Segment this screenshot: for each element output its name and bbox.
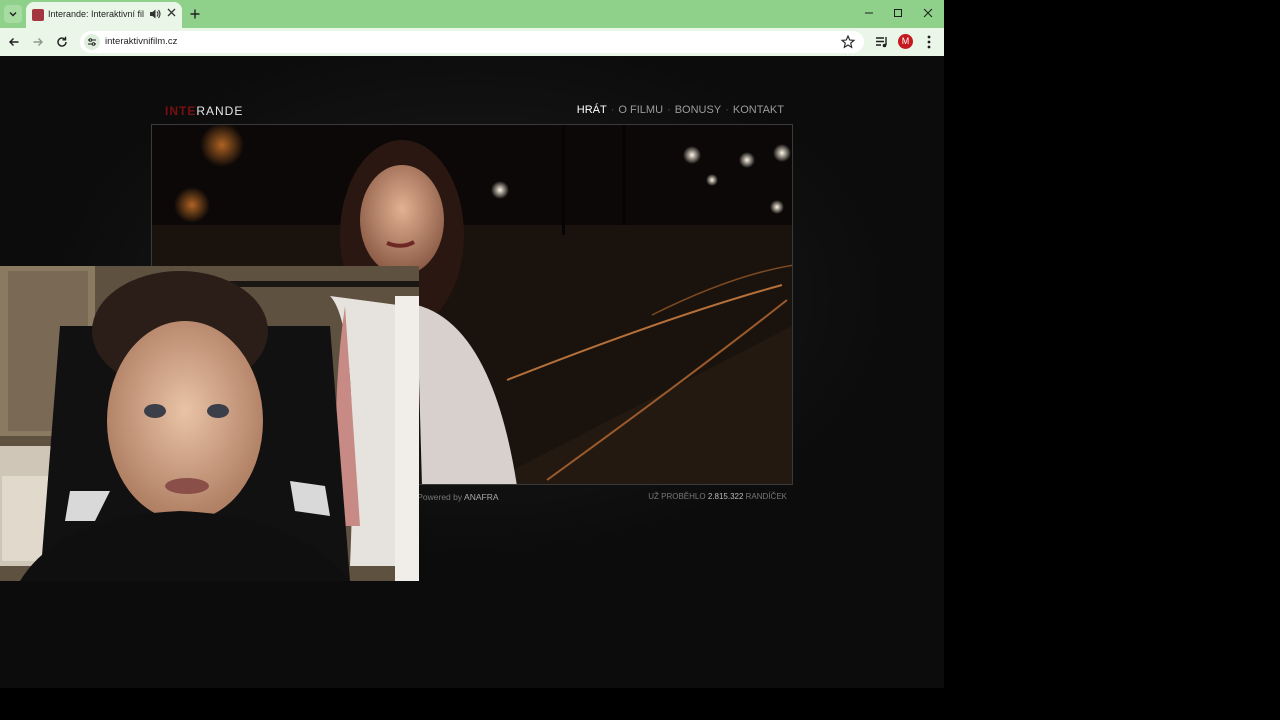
maximize-button[interactable] xyxy=(887,4,909,22)
back-button[interactable] xyxy=(5,33,23,51)
arrow-left-icon xyxy=(9,38,19,46)
screen: Interande: Interaktivní film interaktivn… xyxy=(0,0,1280,720)
media-controls-icon[interactable] xyxy=(873,33,891,51)
browser-toolbar: interaktivnifilm.cz M xyxy=(0,28,944,56)
nav-separator: · xyxy=(610,104,615,116)
arrow-right-icon xyxy=(33,38,43,46)
tab-active[interactable]: Interande: Interaktivní film xyxy=(26,2,182,28)
chevron-down-icon xyxy=(9,12,17,17)
minimize-button[interactable] xyxy=(858,4,880,22)
site-favicon-icon xyxy=(32,9,44,21)
close-icon xyxy=(923,8,933,18)
tab-close-button[interactable] xyxy=(164,7,178,21)
plus-icon xyxy=(190,9,200,19)
star-icon[interactable] xyxy=(840,34,856,50)
webcam-image xyxy=(0,266,419,581)
close-icon xyxy=(167,8,175,17)
more-vertical-icon[interactable] xyxy=(922,33,936,51)
new-tab-button[interactable] xyxy=(187,6,203,22)
main-navigation: HRÁT · O FILMU · BONUSY · KONTAKT xyxy=(577,104,784,116)
nav-item-bonusy[interactable]: BONUSY xyxy=(675,104,721,116)
tune-icon xyxy=(88,38,96,46)
nav-item-hrat[interactable]: HRÁT xyxy=(577,104,607,116)
tab-search-button[interactable] xyxy=(4,5,22,23)
speaker-icon[interactable] xyxy=(148,7,162,21)
webcam-overlay xyxy=(0,266,419,581)
nav-separator: · xyxy=(667,104,671,116)
reload-button[interactable] xyxy=(53,33,71,51)
site-logo[interactable]: INTERANDE xyxy=(165,104,243,118)
reload-icon xyxy=(57,36,67,47)
tab-title: Interande: Interaktivní film xyxy=(48,9,144,19)
footer-stats: UŽ PROBĚHLO 2.815.322 RANDÍČEK xyxy=(648,492,787,501)
url-text[interactable]: interaktivnifilm.cz xyxy=(105,36,177,47)
anafra-link[interactable]: ANAFRA xyxy=(464,492,498,502)
nav-item-o-filmu[interactable]: O FILMU xyxy=(618,104,663,116)
date-counter: 2.815.322 xyxy=(707,492,744,501)
tab-bar: Interande: Interaktivní film xyxy=(0,0,944,28)
close-window-button[interactable] xyxy=(917,4,939,22)
forward-button[interactable] xyxy=(29,33,47,51)
address-bar[interactable]: interaktivnifilm.cz xyxy=(80,31,864,53)
profile-avatar[interactable]: M xyxy=(898,34,913,49)
nav-separator: · xyxy=(725,104,729,116)
minimize-icon xyxy=(865,12,873,14)
maximize-icon xyxy=(894,9,902,17)
nav-item-kontakt[interactable]: KONTAKT xyxy=(733,104,784,116)
site-info-button[interactable] xyxy=(84,34,100,50)
